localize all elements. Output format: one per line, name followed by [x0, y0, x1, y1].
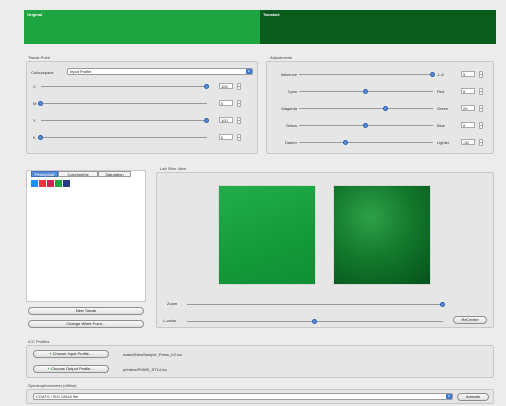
zoom-slider-track[interactable] — [187, 304, 443, 305]
adjust-slider-knob[interactable] — [383, 106, 389, 111]
adjust-right-label: Blue — [437, 123, 446, 128]
adjust-stepper[interactable] — [479, 139, 483, 146]
color-chip[interactable] — [55, 180, 62, 187]
channel-value-field[interactable]: 100 — [219, 83, 233, 89]
new-tweak-button[interactable]: New Tweak — [28, 307, 144, 315]
recentre-button[interactable]: ReCentre — [453, 316, 487, 324]
channel-label: Y — [33, 118, 36, 123]
adjust-value-field[interactable]: 0 — [461, 88, 475, 94]
adjust-slider-knob[interactable] — [363, 123, 368, 128]
icc-profiles-group-label: ICC Profiles — [28, 339, 50, 344]
color-chip[interactable] — [39, 180, 46, 187]
adjust-value-field[interactable]: -30 — [461, 139, 475, 145]
original-swatch: Original — [24, 10, 260, 44]
color-chip[interactable] — [31, 180, 38, 187]
lvalue-slider-knob[interactable] — [312, 319, 317, 324]
choose-input-profile-label: Choose Input Profile… — [52, 351, 93, 356]
adjust-right-label: Lighter — [437, 140, 450, 145]
adjust-left-label: Darker — [284, 140, 297, 145]
adjust-value-field[interactable]: 0 — [461, 122, 475, 128]
spectro-panel: CGATS / ISO 12642 file ⇵ Activate — [26, 389, 494, 404]
adjust-value-field[interactable]: 29 — [461, 105, 475, 111]
lvalue-label: L-value — [163, 318, 177, 323]
adjust-slider-track[interactable] — [299, 74, 433, 75]
spectro-select[interactable]: CGATS / ISO 12642 file ⇵ — [33, 393, 453, 400]
channel-slider-track[interactable] — [41, 103, 207, 104]
colourspace-value: Input Profile — [70, 69, 92, 74]
original-label: Original — [27, 12, 43, 17]
intent-tab[interactable]: Colorimetric — [58, 171, 98, 177]
adjustments-panel: Influence 1–5 5 Cyan Red 0 Magenta Green 29 Yello… — [266, 61, 494, 154]
icc-profiles-panel: + Choose Input Profile… match/NewSample_… — [26, 345, 494, 378]
adjust-right-label: Red — [437, 89, 445, 94]
adjust-slider-knob[interactable] — [363, 89, 368, 94]
channel-slider-knob[interactable] — [38, 135, 43, 140]
choose-output-profile-label: Choose Output Profile… — [51, 366, 95, 371]
adjust-slider-knob[interactable] — [342, 140, 348, 145]
chevron-updown-icon: ⇵ — [246, 69, 252, 74]
adjust-slider-track[interactable] — [299, 142, 433, 143]
intent-tab[interactable]: Perceptual — [31, 171, 58, 177]
chevron-updown-icon: ⇵ — [446, 394, 452, 399]
change-white-point-button[interactable]: Change White Point… — [28, 320, 144, 328]
adjust-left-label: Cyan — [287, 89, 297, 94]
channel-slider-knob[interactable] — [204, 84, 209, 89]
adjust-slider-knob[interactable] — [430, 72, 435, 77]
adjust-value-field[interactable]: 5 — [461, 71, 475, 77]
channel-slider-track[interactable] — [41, 86, 207, 87]
choose-input-profile-button[interactable]: + Choose Input Profile… — [33, 350, 109, 358]
original-color-preview — [218, 185, 316, 285]
colourspace-select[interactable]: Input Profile ⇵ — [67, 68, 253, 75]
input-profile-path: match/NewSample_Press_K2.icc — [123, 352, 183, 357]
channel-slider-track[interactable] — [41, 137, 207, 138]
channel-stepper[interactable] — [237, 83, 241, 90]
lab-view-group-label: Lab Slice View — [160, 166, 187, 171]
colourspace-label: Colourspace — [31, 70, 54, 75]
spectro-select-value: CGATS / ISO 12642 file — [36, 394, 79, 399]
tweak-point-panel: Colourspace Input Profile ⇵ C 100 M 0 Y 100 K 0 — [26, 61, 258, 154]
adjust-left-label: Yellow — [285, 123, 297, 128]
channel-value-field[interactable]: 0 — [219, 134, 233, 140]
adjust-left-label: Influence — [280, 72, 297, 77]
adjustments-group-label: Adjustments — [270, 55, 293, 60]
adjust-stepper[interactable] — [479, 122, 483, 129]
choose-output-profile-button[interactable]: + Choose Output Profile… — [33, 365, 109, 373]
channel-label: M — [33, 101, 37, 106]
channel-slider-track[interactable] — [41, 120, 207, 121]
intent-panel: Perceptual Colorimetric Saturation — [26, 170, 146, 302]
output-profile-path: printers/R9505_ST14.icc — [123, 367, 168, 372]
channel-slider-knob[interactable] — [204, 118, 209, 123]
channel-label: C — [33, 84, 36, 89]
channel-value-field[interactable]: 0 — [219, 100, 233, 106]
channel-value-field[interactable]: 100 — [219, 117, 233, 123]
tweak-point-group-label: Tweak Point — [28, 55, 50, 60]
adjust-slider-track[interactable] — [299, 108, 433, 109]
channel-stepper[interactable] — [237, 117, 241, 124]
channel-stepper[interactable] — [237, 134, 241, 141]
adjust-stepper[interactable] — [479, 105, 483, 112]
tweaked-swatch: Tweaked — [260, 10, 496, 44]
lab-view-panel: Zoom L-value ReCentre — [156, 172, 494, 328]
adjust-right-label: Green — [437, 106, 449, 111]
adjust-stepper[interactable] — [479, 88, 483, 95]
zoom-slider-knob[interactable] — [440, 302, 445, 307]
tweaked-color-preview — [333, 185, 431, 285]
color-chip[interactable] — [47, 180, 54, 187]
intent-tab[interactable]: Saturation — [98, 171, 131, 177]
adjust-left-label: Magenta — [281, 106, 297, 111]
activate-button[interactable]: Activate — [457, 393, 489, 401]
adjust-right-label: 1–5 — [437, 72, 444, 77]
color-chip[interactable] — [63, 180, 70, 187]
channel-slider-knob[interactable] — [38, 101, 43, 106]
channel-stepper[interactable] — [237, 100, 241, 107]
zoom-label: Zoom — [167, 301, 178, 306]
adjust-stepper[interactable] — [479, 71, 483, 78]
tweaked-label: Tweaked — [263, 12, 280, 17]
spectro-group-label: Spectrophotometer (offline) — [28, 383, 77, 388]
channel-label: K — [33, 135, 36, 140]
